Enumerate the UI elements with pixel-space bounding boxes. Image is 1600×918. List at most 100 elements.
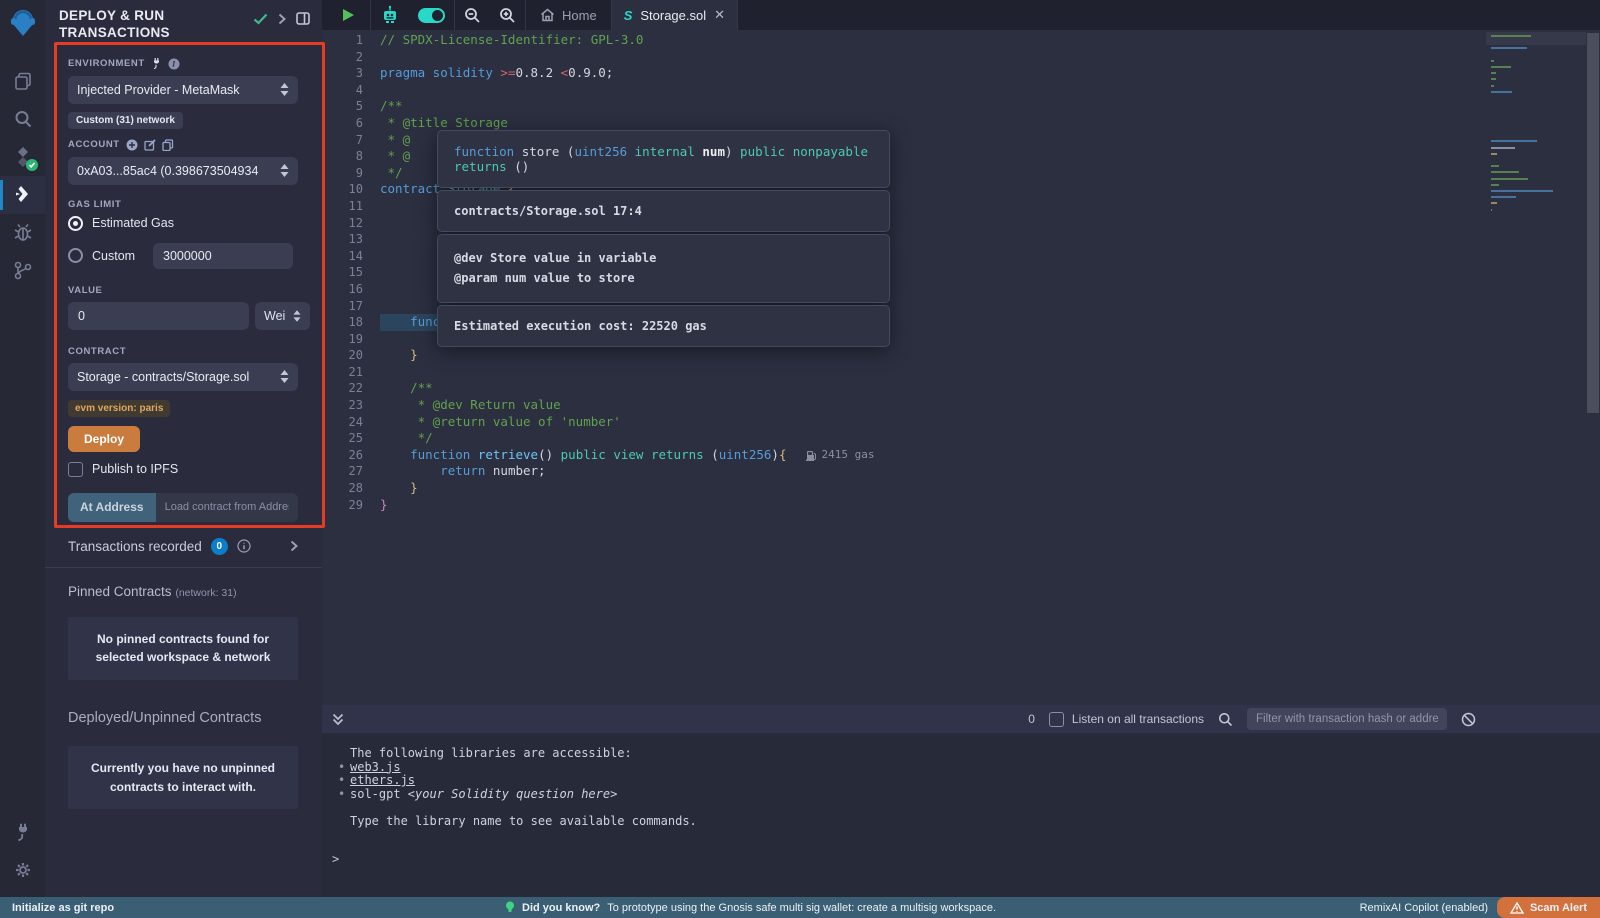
terminal-tx-count: 0 bbox=[1028, 712, 1035, 726]
publish-ipfs-checkbox[interactable] bbox=[68, 462, 83, 477]
terminal-line: •ethers.js bbox=[322, 774, 1600, 788]
tab-home[interactable]: Home bbox=[526, 0, 611, 30]
chevron-double-down-icon[interactable] bbox=[332, 713, 344, 726]
code-token: ( bbox=[704, 447, 719, 462]
file-explorer-icon[interactable] bbox=[0, 62, 45, 100]
settings-icon[interactable] bbox=[0, 851, 45, 889]
line-number: 3 bbox=[322, 65, 380, 82]
value-unit-select[interactable]: Wei bbox=[255, 302, 310, 330]
custom-gas-input[interactable] bbox=[153, 243, 293, 269]
plug-icon[interactable] bbox=[151, 58, 162, 69]
terminal[interactable]: The following libraries are accessible:•… bbox=[322, 733, 1600, 897]
terminal-toolbar: 0 Listen on all transactions bbox=[322, 705, 1600, 733]
code-line bbox=[380, 364, 1486, 381]
minimap-line bbox=[1491, 178, 1528, 180]
search-icon[interactable] bbox=[0, 100, 45, 138]
code-line: function retrieve() public view returns … bbox=[380, 447, 1486, 464]
svg-text:i: i bbox=[171, 59, 176, 68]
terminal-prompt[interactable]: > bbox=[322, 852, 1600, 866]
publish-ipfs-option[interactable]: Publish to IPFS bbox=[68, 462, 298, 477]
info-icon[interactable] bbox=[237, 539, 251, 553]
pin-panel-icon[interactable] bbox=[296, 12, 310, 25]
stepper-icon bbox=[293, 310, 301, 322]
edit-icon[interactable] bbox=[144, 139, 156, 151]
line-number: 29 bbox=[322, 497, 380, 514]
zoom-in-icon[interactable] bbox=[490, 0, 525, 30]
plugin-manager-icon[interactable] bbox=[0, 813, 45, 851]
code-token: * @title Storage bbox=[380, 115, 508, 130]
chevron-right-icon[interactable] bbox=[278, 13, 286, 25]
deployed-empty-message: Currently you have no unpinned contracts… bbox=[68, 746, 298, 809]
code-token: * @return value of 'number' bbox=[380, 414, 621, 429]
at-address-input[interactable] bbox=[156, 493, 298, 522]
code-token: returns bbox=[651, 447, 704, 462]
deploy-run-panel: DEPLOY & RUN TRANSACTIONS ENVIRONMENT bbox=[45, 0, 322, 897]
close-icon[interactable]: ✕ bbox=[714, 7, 725, 23]
tooltip-file-path: contracts/Storage.sol 17:4 bbox=[437, 190, 890, 232]
account-label: ACCOUNT bbox=[68, 139, 120, 150]
tooltip-doc-line: @dev Store value in variable bbox=[454, 248, 873, 268]
stepper-icon bbox=[280, 83, 289, 96]
terminal-link[interactable]: web3.js bbox=[350, 760, 401, 774]
line-number: 25 bbox=[322, 430, 380, 447]
code-token bbox=[380, 314, 410, 329]
tooltip-gas-cost: Estimated execution cost: 22520 gas bbox=[437, 305, 890, 347]
code-line: /** bbox=[380, 380, 1486, 397]
git-icon[interactable] bbox=[0, 252, 45, 290]
custom-gas-radio[interactable] bbox=[68, 248, 83, 263]
scam-alert-button[interactable]: Scam Alert bbox=[1497, 897, 1600, 918]
estimated-gas-text: Estimated Gas bbox=[92, 216, 174, 230]
zoom-out-icon[interactable] bbox=[455, 0, 490, 30]
custom-gas-option[interactable]: Custom bbox=[68, 243, 298, 269]
code-token: * @ bbox=[380, 132, 410, 147]
estimated-gas-radio[interactable] bbox=[68, 216, 83, 231]
copilot-status[interactable]: RemixAI Copilot (enabled) bbox=[1360, 902, 1488, 914]
code-line: } bbox=[380, 497, 1486, 514]
editor-scrollbar[interactable] bbox=[1586, 30, 1600, 705]
deploy-button[interactable]: Deploy bbox=[68, 426, 140, 452]
code-token bbox=[380, 447, 410, 462]
code-token bbox=[643, 447, 651, 462]
pinned-empty-message: No pinned contracts found for selected w… bbox=[68, 617, 298, 680]
deploy-run-icon[interactable] bbox=[0, 176, 45, 214]
contract-select[interactable]: Storage - contracts/Storage.sol bbox=[68, 363, 298, 391]
info-icon[interactable]: i bbox=[168, 58, 180, 70]
remix-logo[interactable] bbox=[0, 0, 45, 48]
check-icon bbox=[253, 13, 268, 25]
line-number: 15 bbox=[322, 264, 380, 281]
listen-all-transactions-option[interactable]: Listen on all transactions bbox=[1049, 712, 1204, 727]
solidity-compiler-icon[interactable] bbox=[0, 138, 45, 176]
debugger-icon[interactable] bbox=[0, 214, 45, 252]
transactions-recorded-row[interactable]: Transactions recorded 0 bbox=[45, 522, 322, 567]
estimated-gas-option[interactable]: Estimated Gas bbox=[68, 216, 298, 231]
minimap[interactable] bbox=[1486, 30, 1586, 705]
git-init-status[interactable]: Initialize as git repo bbox=[0, 902, 322, 914]
tab-storage-sol[interactable]: S Storage.sol ✕ bbox=[612, 0, 737, 30]
copy-icon[interactable] bbox=[162, 139, 174, 151]
code-token: * @ bbox=[380, 148, 410, 163]
value-input[interactable] bbox=[68, 302, 249, 330]
contract-value: Storage - contracts/Storage.sol bbox=[77, 370, 280, 384]
ai-assistant-icon[interactable] bbox=[371, 0, 409, 30]
terminal-link[interactable]: ethers.js bbox=[350, 773, 415, 787]
plus-circle-icon[interactable] bbox=[126, 139, 138, 151]
transaction-filter-input[interactable] bbox=[1247, 708, 1447, 730]
code-token: ) bbox=[771, 447, 779, 462]
code-line: /** bbox=[380, 98, 1486, 115]
minimap-line bbox=[1491, 209, 1492, 211]
copilot-toggle[interactable] bbox=[409, 0, 454, 30]
run-script-button[interactable] bbox=[322, 0, 364, 30]
chevron-right-icon[interactable] bbox=[290, 540, 298, 552]
listen-checkbox[interactable] bbox=[1049, 712, 1064, 727]
environment-label: ENVIRONMENT bbox=[68, 58, 145, 69]
pinned-network-suffix: (network: 31) bbox=[175, 587, 236, 599]
at-address-button[interactable]: At Address bbox=[68, 493, 156, 522]
environment-select[interactable]: Injected Provider - MetaMask bbox=[68, 76, 298, 104]
scrollbar-thumb[interactable] bbox=[1587, 33, 1599, 413]
code-token: >= bbox=[500, 65, 515, 80]
ban-icon[interactable] bbox=[1461, 712, 1476, 727]
warning-icon bbox=[1510, 902, 1524, 914]
account-select[interactable]: 0xA03...85ac4 (0.398673504934 bbox=[68, 157, 298, 185]
remix-ide-window: DEPLOY & RUN TRANSACTIONS ENVIRONMENT bbox=[0, 0, 1600, 918]
magnifier-icon[interactable] bbox=[1218, 712, 1233, 727]
